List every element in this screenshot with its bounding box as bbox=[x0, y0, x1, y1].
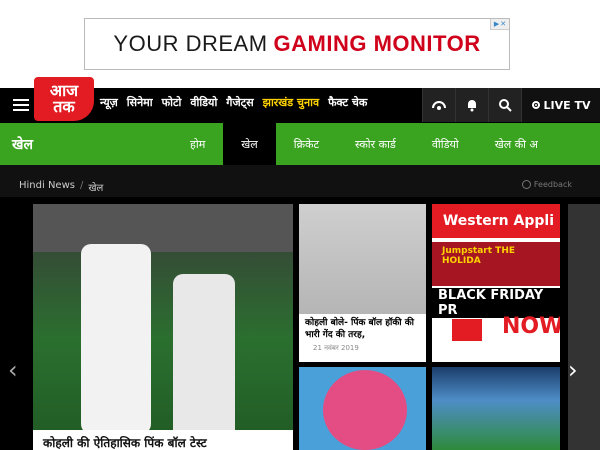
live-tv-label: LIVE TV bbox=[543, 98, 591, 112]
carousel-next-icon[interactable]: › bbox=[568, 356, 578, 384]
nav-item-fact-check[interactable]: फैक्ट चेक bbox=[328, 95, 367, 110]
story-card-title: कोहली बोले- पिंक बॉल हॉकी की भारी गेंद क… bbox=[305, 318, 414, 340]
hero-image-player-1 bbox=[81, 244, 151, 434]
arrow-icon bbox=[452, 319, 482, 341]
hero-image-background bbox=[33, 204, 293, 252]
feedback-icon bbox=[521, 180, 531, 189]
tab-sports-news[interactable]: खेल की अ bbox=[477, 123, 556, 165]
breadcrumb-home[interactable]: Hindi News bbox=[19, 180, 75, 194]
section-title: खेल bbox=[12, 137, 33, 153]
stadium-image[interactable] bbox=[432, 367, 560, 450]
ad-text-main: YOUR DREAM bbox=[113, 31, 268, 56]
story-card-date: 21 नवंबर 2019 bbox=[313, 344, 359, 352]
feedback-label: Feedback bbox=[533, 180, 572, 189]
section-tabs: होम खेल क्रिकेट स्कोर कार्ड वीडियो खेल क… bbox=[172, 123, 556, 165]
nav-item-video[interactable]: वीडियो bbox=[190, 95, 217, 110]
logo-text-bottom: तक bbox=[53, 97, 75, 116]
pink-ball-image bbox=[323, 370, 407, 450]
nav-item-news[interactable]: न्यूज़ bbox=[100, 95, 118, 110]
hamburger-menu-icon[interactable] bbox=[13, 99, 29, 111]
live-tv-button[interactable]: LIVE TV bbox=[521, 88, 600, 122]
header-actions: LIVE TV bbox=[422, 88, 600, 122]
bell-icon[interactable] bbox=[455, 88, 488, 122]
tab-sports[interactable]: खेल bbox=[223, 123, 276, 165]
ad-banner[interactable]: YOUR DREAM GAMING MONITOR ▶ ✕ bbox=[84, 18, 510, 70]
feedback-link[interactable]: Feedback bbox=[521, 180, 572, 189]
hero-story[interactable]: कोहली की ऐतिहासिक पिंक बॉल टेस्ट bbox=[33, 204, 293, 450]
site-logo[interactable]: आज तक bbox=[34, 77, 94, 121]
nav-item-jharkhand-election[interactable]: झारखंड चुनाव bbox=[263, 95, 319, 110]
ad-text-highlight: GAMING MONITOR bbox=[273, 31, 481, 56]
breadcrumb-separator: / bbox=[79, 180, 84, 191]
search-icon[interactable] bbox=[488, 88, 521, 122]
carousel-prev-icon[interactable]: ‹ bbox=[8, 356, 18, 384]
live-dot-icon bbox=[531, 101, 540, 109]
side-ad-cta[interactable]: NOW bbox=[502, 314, 560, 339]
main-nav: न्यूज़ सिनेमा फोटो वीडियो गैजेट्स झारखंड… bbox=[100, 95, 367, 110]
ad-choices[interactable]: ▶ ✕ bbox=[490, 19, 509, 30]
close-icon[interactable]: ✕ bbox=[500, 19, 506, 29]
tab-cricket[interactable]: क्रिकेट bbox=[276, 123, 337, 165]
side-ad-overflow bbox=[568, 204, 600, 450]
podcast-icon[interactable] bbox=[422, 88, 455, 122]
breadcrumb-current: खेल bbox=[88, 183, 104, 194]
nav-item-cinema[interactable]: सिनेमा bbox=[127, 95, 153, 110]
nav-item-gadgets[interactable]: गैजेट्स bbox=[226, 95, 253, 110]
hero-image-player-2 bbox=[173, 274, 235, 444]
hero-caption: कोहली की ऐतिहासिक पिंक बॉल टेस्ट bbox=[33, 430, 293, 450]
ad-banner-text: YOUR DREAM GAMING MONITOR bbox=[85, 19, 509, 69]
side-ad-brand: Western Appli bbox=[432, 204, 560, 238]
nav-item-photo[interactable]: फोटो bbox=[162, 95, 182, 110]
side-ad[interactable]: Western Appli Jumpstart THE HOLIDA BLACK… bbox=[432, 204, 560, 362]
ad-choices-icon[interactable]: ▶ bbox=[494, 19, 499, 29]
breadcrumb: Hindi News / खेल bbox=[19, 180, 103, 194]
tab-home[interactable]: होम bbox=[172, 123, 223, 165]
story-card[interactable]: कोहली बोले- पिंक बॉल हॉकी की भारी गेंद क… bbox=[299, 204, 426, 362]
side-ad-promo: Jumpstart THE HOLIDA bbox=[432, 242, 560, 286]
tab-scorecard[interactable]: स्कोर कार्ड bbox=[337, 123, 414, 165]
story-card-image bbox=[299, 204, 426, 314]
tab-video[interactable]: वीडियो bbox=[414, 123, 477, 165]
